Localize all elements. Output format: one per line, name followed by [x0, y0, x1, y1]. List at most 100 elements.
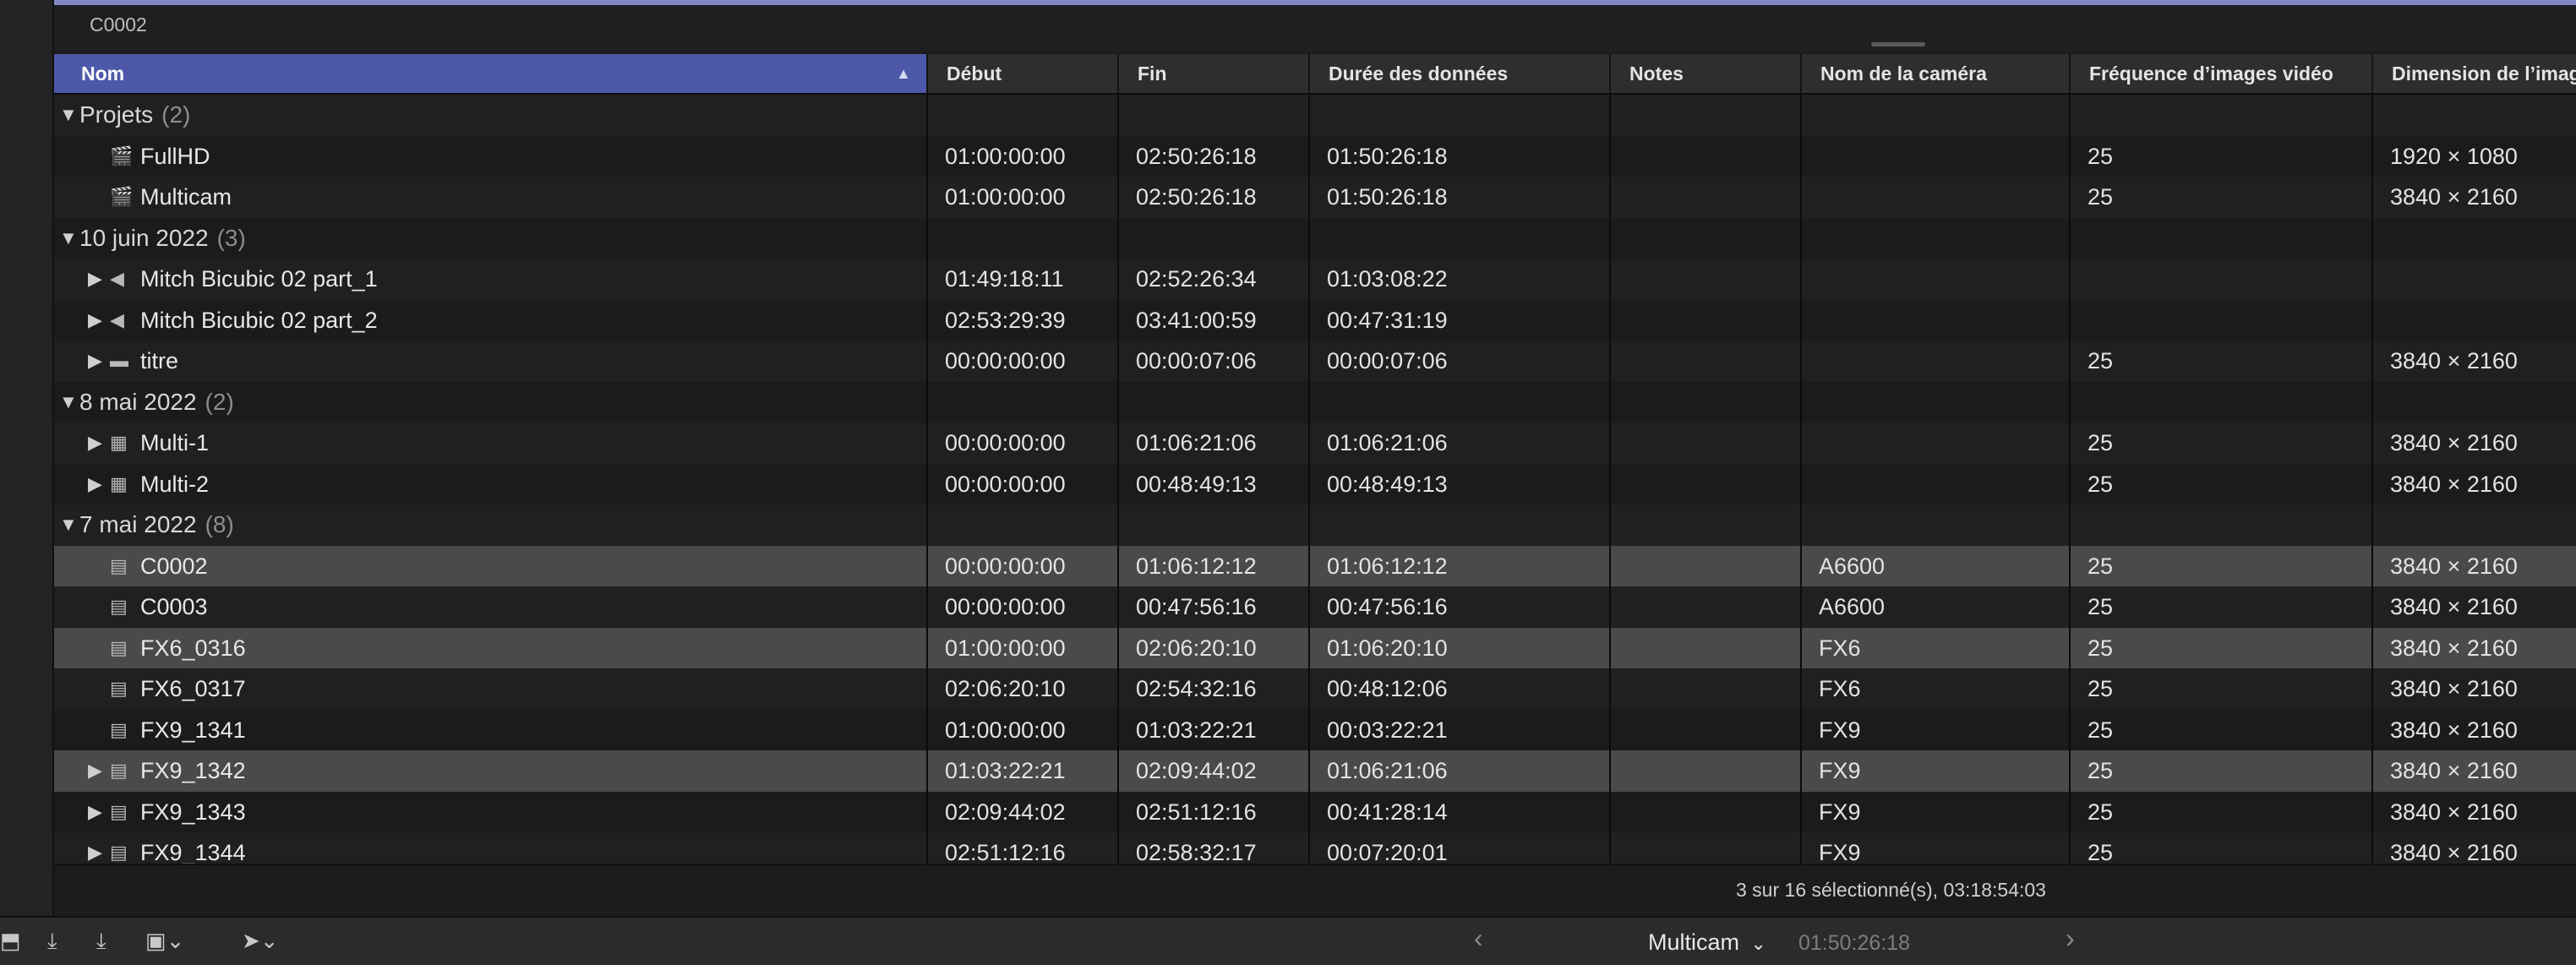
disclosure-triangle-icon[interactable]: ▶	[88, 423, 102, 463]
cell-end: 01:06:12:12	[1136, 553, 1257, 579]
column-divider[interactable]	[1117, 93, 1119, 864]
group-row[interactable]: ▼ 10 juin 2022 (3)	[54, 217, 2576, 259]
insert-clip-icon[interactable]: ⤓	[47, 928, 57, 955]
table-row[interactable]: ▶ ▤ FX9_1342 01:03:22:21 02:09:44:02 01:06:21…	[54, 750, 2576, 792]
group-row[interactable]: ▼ 7 mai 2022 (8)	[54, 504, 2576, 546]
cell-name: Mitch Bicubic 02 part_2	[140, 307, 378, 333]
disclosure-triangle-icon[interactable]: ▶	[88, 300, 102, 341]
multicam-clip-icon: ▦	[110, 472, 128, 494]
disclosure-triangle-expanded-icon[interactable]: ▼	[59, 382, 78, 423]
column-divider[interactable]	[926, 93, 928, 864]
group-count: (2)	[205, 388, 234, 415]
cell-frame-rate: 25	[2088, 840, 2114, 864]
disclosure-triangle-expanded-icon[interactable]: ▼	[59, 504, 78, 545]
cell-frame-rate: 25	[2088, 430, 2114, 455]
cell-frame-rate: 25	[2088, 471, 2114, 497]
column-header-end[interactable]: Fin	[1117, 54, 1308, 93]
cell-end: 02:58:32:17	[1136, 840, 1257, 864]
column-header-start[interactable]: Début	[926, 54, 1117, 93]
table-row[interactable]: ▤ FX6_0317 02:06:20:10 02:54:32:16 00:48:12:…	[54, 668, 2576, 710]
sort-ascending-icon[interactable]: ▲	[896, 54, 911, 93]
cell-end: 02:06:20:10	[1136, 635, 1257, 661]
group-row[interactable]: ▼ 8 mai 2022 (2)	[54, 381, 2576, 423]
disclosure-triangle-icon[interactable]: ▶	[88, 750, 102, 791]
connect-clip-icon[interactable]: ⬒	[0, 928, 21, 954]
column-divider[interactable]	[1308, 93, 1310, 864]
table-row[interactable]: ▶ ▤ FX9_1344 02:51:12:16 02:58:32:17 00:07:20…	[54, 832, 2576, 864]
column-header-name[interactable]: Nom ▲	[54, 54, 926, 93]
cell-frame-rate: 25	[2088, 553, 2114, 579]
left-gutter	[0, 0, 54, 916]
disclosure-triangle-icon[interactable]: ▶	[88, 341, 102, 381]
cell-name: FX6_0316	[140, 635, 246, 661]
filmstrip-selection-bar[interactable]	[54, 0, 2576, 5]
cell-start: 01:00:00:00	[945, 635, 1066, 661]
column-header-camera[interactable]: Nom de la caméra	[1800, 54, 2069, 93]
table-row[interactable]: ▤ C0002 00:00:00:00 01:06:12:12 01:06:12:12 A…	[54, 545, 2576, 587]
cell-duration: 01:03:08:22	[1327, 266, 1448, 292]
disclosure-triangle-expanded-icon[interactable]: ▼	[59, 95, 78, 135]
cell-start: 00:00:00:00	[945, 594, 1066, 619]
column-divider[interactable]	[2069, 93, 2071, 864]
disclosure-triangle-icon[interactable]: ▶	[88, 832, 102, 864]
group-row[interactable]: ▼ Projets (2)	[54, 95, 2576, 136]
disclosure-triangle-icon[interactable]: ▶	[88, 792, 102, 832]
column-header-dimensions[interactable]: Dimension de l’image	[2371, 54, 2576, 93]
table-row[interactable]: 🎬 FullHD 01:00:00:00 02:50:26:18 01:50:26:18…	[54, 135, 2576, 177]
append-clip-icon[interactable]: ⤓	[96, 928, 106, 955]
resize-handle[interactable]	[1871, 42, 1925, 46]
project-name-menu[interactable]: Multicam ⌄	[1648, 930, 1766, 956]
cell-dimensions: 3840 × 2160	[2390, 799, 2518, 825]
cell-frame-rate: 25	[2088, 676, 2114, 701]
table-row[interactable]: ▤ C0003 00:00:00:00 00:47:56:16 00:47:56:16 A…	[54, 586, 2576, 628]
column-header-notes[interactable]: Notes	[1609, 54, 1800, 93]
table-row[interactable]: ▶ ▦ Multi-1 00:00:00:00 01:06:21:06 01:06:21:…	[54, 423, 2576, 464]
column-header-frame-rate[interactable]: Fréquence d’images vidéo	[2069, 54, 2371, 93]
column-header-duration[interactable]: Durée des données	[1308, 54, 1609, 93]
disclosure-triangle-icon[interactable]: ▶	[88, 259, 102, 299]
disclosure-triangle-expanded-icon[interactable]: ▼	[59, 218, 78, 259]
cell-duration: 01:06:21:06	[1327, 758, 1448, 783]
table-row[interactable]: ▤ FX6_0316 01:00:00:00 02:06:20:10 01:06:20:…	[54, 627, 2576, 669]
table-row[interactable]: ▶ ▬ titre 00:00:00:00 00:00:07:06 00:00:07:06…	[54, 341, 2576, 382]
chevron-down-icon: ⌄	[1750, 933, 1766, 954]
table-row[interactable]: ▶ ◀ Mitch Bicubic 02 part_1 01:49:18:11 02:5…	[54, 259, 2576, 300]
cell-start: 02:53:29:39	[945, 307, 1066, 333]
table-row[interactable]: ▶ ▤ FX9_1343 02:09:44:02 02:51:12:16 00:41:28…	[54, 791, 2576, 832]
cell-end: 01:03:22:21	[1136, 717, 1257, 743]
cell-frame-rate: 25	[2088, 799, 2114, 825]
cell-camera	[1800, 341, 2069, 382]
disclosure-triangle-icon[interactable]: ▶	[88, 464, 102, 504]
cell-duration: 00:03:22:21	[1327, 717, 1448, 743]
cell-end: 02:52:26:34	[1136, 266, 1257, 292]
cell-notes	[1609, 628, 1800, 669]
cell-notes	[1609, 546, 1800, 587]
cell-frame-rate: 25	[2088, 717, 2114, 743]
cell-name: FX9_1344	[140, 840, 246, 864]
cell-camera: FX6	[1819, 635, 1861, 661]
history-forward-icon[interactable]: ›	[2066, 923, 2075, 954]
cell-duration: 00:47:31:19	[1327, 307, 1448, 333]
column-divider[interactable]	[2371, 93, 2373, 864]
select-tool-icon[interactable]: ➤⌄	[242, 928, 279, 954]
table-row[interactable]: ▤ FX9_1341 01:00:00:00 01:03:22:21 00:03:22:…	[54, 709, 2576, 750]
cell-duration: 01:06:20:10	[1327, 635, 1448, 661]
cell-end: 00:00:07:06	[1136, 348, 1257, 373]
browser-list-view: Nom ▲ Début Fin Durée des données Notes …	[54, 54, 2576, 864]
overwrite-menu-icon[interactable]: ▣⌄	[145, 928, 184, 954]
cell-notes	[1609, 300, 1800, 341]
column-divider[interactable]	[1800, 93, 1802, 864]
cell-name: FX9_1341	[140, 717, 246, 743]
cell-camera	[1800, 259, 2069, 300]
table-row[interactable]: ▶ ◀ Mitch Bicubic 02 part_2 02:53:29:39 03:4…	[54, 299, 2576, 341]
cell-frame-rate: 25	[2088, 594, 2114, 619]
table-row[interactable]: ▶ ▦ Multi-2 00:00:00:00 00:48:49:13 00:48:49:…	[54, 463, 2576, 504]
cell-camera	[1800, 177, 2069, 218]
cell-start: 02:09:44:02	[945, 799, 1066, 825]
cell-duration: 01:50:26:18	[1327, 184, 1448, 210]
cell-duration: 01:50:26:18	[1327, 143, 1448, 169]
column-divider[interactable]	[1609, 93, 1611, 864]
table-row[interactable]: 🎬 Multicam 01:00:00:00 02:50:26:18 01:50:26:…	[54, 177, 2576, 218]
history-back-icon[interactable]: ‹	[1474, 923, 1483, 954]
cell-name: C0003	[140, 594, 208, 619]
